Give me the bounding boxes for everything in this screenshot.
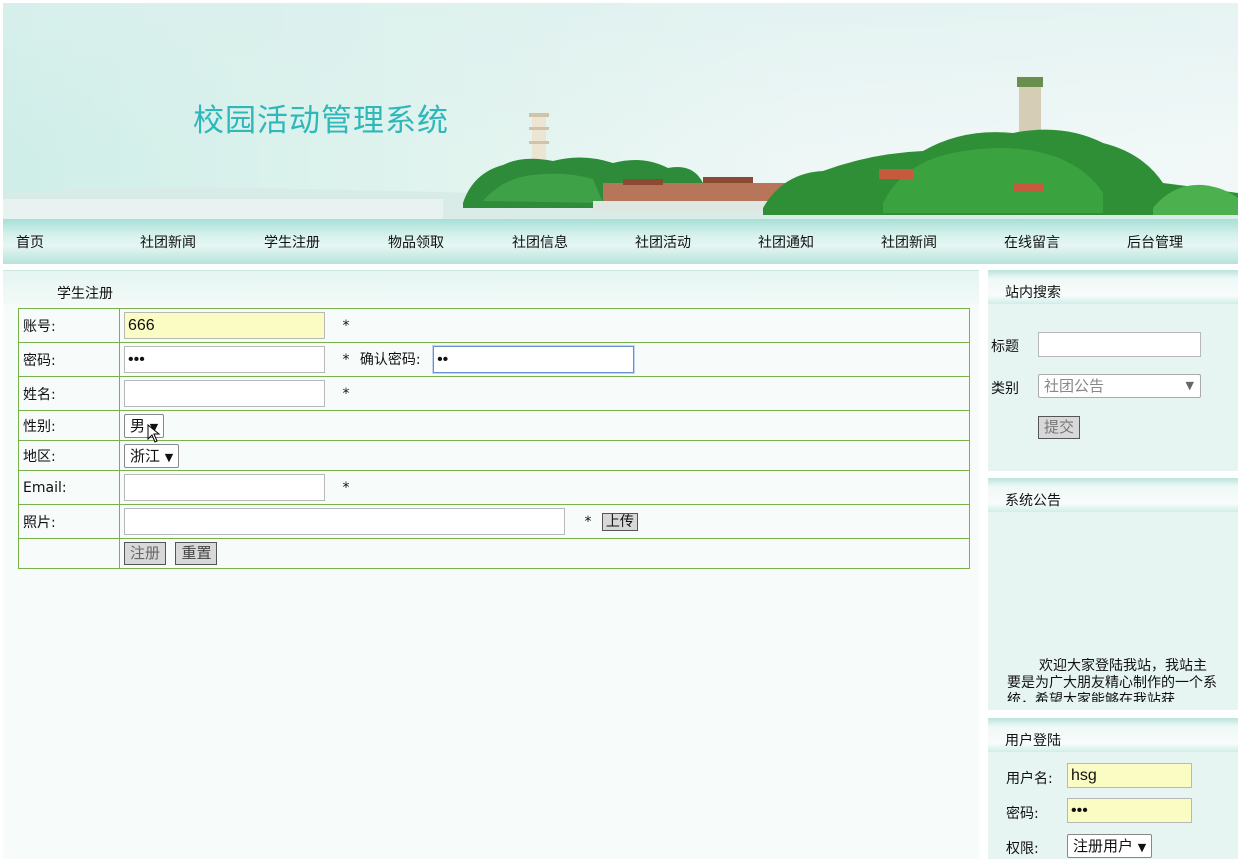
login-panel: 用户登陆 用户名: hsg 密码: ••• 权限: 注册用户 ▼ xyxy=(988,718,1238,859)
search-heading: 站内搜索 xyxy=(1005,285,1061,301)
required-mark: * xyxy=(342,385,350,402)
nav-item-guestbook[interactable]: 在线留言 xyxy=(1004,232,1060,252)
search-category-value: 社团公告 xyxy=(1044,377,1105,395)
search-panel-header: 站内搜索 xyxy=(988,270,1238,304)
nav-item-club-activity[interactable]: 社团活动 xyxy=(635,232,691,252)
login-username-label: 用户名: xyxy=(1006,771,1053,787)
email-label: Email: xyxy=(18,470,120,505)
region-label: 地区: xyxy=(18,440,120,471)
login-role-value: 注册用户 xyxy=(1073,837,1134,855)
row-account: 账号: 666 * xyxy=(18,308,970,343)
row-actions: 注册 重置 xyxy=(18,538,970,569)
login-panel-header: 用户登陆 xyxy=(988,718,1238,752)
site-title: 校园活动管理系统 xyxy=(193,103,449,139)
search-panel: 站内搜索 标题 类别 社团公告 ▼ 提交 xyxy=(988,270,1238,471)
required-mark: * xyxy=(342,317,350,334)
search-category-label: 类别 xyxy=(991,381,1019,397)
notice-panel: 系统公告 欢迎大家登陆我站，我站主要是为广大朋友精心制作的一个系统，希望大家能够… xyxy=(988,478,1238,710)
header-banner: 校园活动管理系统 xyxy=(3,3,1238,219)
gender-label: 性别: xyxy=(18,410,120,441)
chevron-down-icon: ▼ xyxy=(1137,841,1147,854)
nav-item-club-info[interactable]: 社团信息 xyxy=(512,232,568,252)
account-input[interactable]: 666 xyxy=(124,312,325,339)
register-header: 学生注册 xyxy=(3,271,979,305)
nav-item-club-notice[interactable]: 社团通知 xyxy=(758,232,814,252)
confirm-password-label: 确认密码: xyxy=(359,351,421,368)
nav-item-home[interactable]: 首页 xyxy=(16,232,44,252)
search-submit-button[interactable]: 提交 xyxy=(1038,416,1081,439)
row-photo: 照片: * 上传 xyxy=(18,504,970,539)
nav-item-student-register[interactable]: 学生注册 xyxy=(264,232,320,252)
banner-landscape-image xyxy=(3,77,1238,219)
login-role-select[interactable]: 注册用户 ▼ xyxy=(1067,834,1153,858)
email-input[interactable] xyxy=(124,474,325,501)
chevron-down-icon: ▼ xyxy=(164,450,174,464)
register-form: 账号: 666 * 密码: ••• * 确认密码: •• 姓名: * 性别: 男… xyxy=(18,308,970,569)
register-heading: 学生注册 xyxy=(57,286,113,302)
mouse-cursor-icon xyxy=(147,423,161,443)
row-gender: 性别: 男 ▼ xyxy=(18,410,970,443)
row-password: 密码: ••• * 确认密码: •• xyxy=(18,342,970,377)
chevron-down-icon: ▼ xyxy=(1185,379,1194,392)
search-category-select[interactable]: 社团公告 ▼ xyxy=(1038,374,1201,398)
register-button[interactable]: 注册 xyxy=(124,542,167,565)
required-mark: * xyxy=(342,351,350,368)
password-input[interactable]: ••• xyxy=(124,346,325,373)
required-mark: * xyxy=(342,479,350,496)
login-heading: 用户登陆 xyxy=(1005,733,1061,749)
confirm-password-input[interactable]: •• xyxy=(433,346,635,373)
gender-value: 男 xyxy=(130,416,146,435)
photo-label: 照片: xyxy=(18,504,120,539)
required-mark: * xyxy=(584,513,592,530)
notice-panel-header: 系统公告 xyxy=(988,478,1238,512)
notice-heading: 系统公告 xyxy=(1005,493,1061,509)
name-input[interactable] xyxy=(124,380,325,407)
row-region: 地区: 浙江 ▼ xyxy=(18,440,970,471)
nav-item-club-news[interactable]: 社团新闻 xyxy=(140,232,196,252)
region-value: 浙江 xyxy=(130,446,161,465)
search-title-label: 标题 xyxy=(991,339,1019,355)
login-password-input[interactable]: ••• xyxy=(1067,798,1192,823)
photo-input[interactable] xyxy=(124,508,565,535)
row-email: Email: * xyxy=(18,470,970,505)
nav-item-club-news-2[interactable]: 社团新闻 xyxy=(881,232,937,252)
upload-button[interactable]: 上传 xyxy=(601,512,638,531)
password-label: 密码: xyxy=(18,342,120,377)
search-title-input[interactable] xyxy=(1038,332,1201,357)
login-password-label: 密码: xyxy=(1006,806,1039,822)
name-label: 姓名: xyxy=(18,376,120,411)
region-select[interactable]: 浙江 ▼ xyxy=(124,443,180,468)
account-label: 账号: xyxy=(18,308,120,343)
notice-marquee-text: 欢迎大家登陆我站，我站主要是为广大朋友精心制作的一个系统，希望大家能够在我站获 xyxy=(1007,658,1217,702)
login-role-label: 权限: xyxy=(1006,841,1039,857)
nav-item-item-pickup[interactable]: 物品领取 xyxy=(388,232,444,252)
nav-item-admin[interactable]: 后台管理 xyxy=(1127,232,1183,252)
login-username-input[interactable]: hsg xyxy=(1067,763,1192,788)
main-content: 学生注册 账号: 666 * 密码: ••• * 确认密码: •• 姓名: * xyxy=(3,270,979,859)
main-nav: 首页 社团新闻 学生注册 物品领取 社团信息 社团活动 社团通知 社团新闻 在线… xyxy=(3,219,1238,264)
row-name: 姓名: * xyxy=(18,376,970,411)
reset-button[interactable]: 重置 xyxy=(175,542,218,565)
